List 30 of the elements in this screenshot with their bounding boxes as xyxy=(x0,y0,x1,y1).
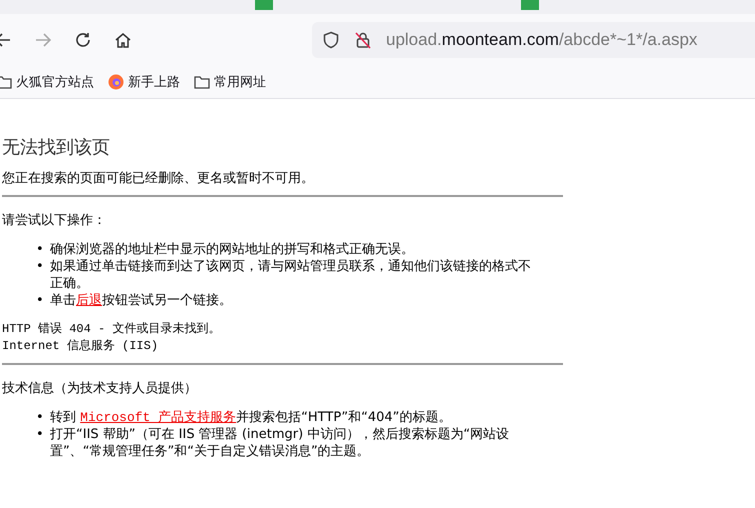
bullet: • xyxy=(36,258,45,276)
server-text: Internet 信息服务 (IIS) xyxy=(2,338,160,355)
shield-icon[interactable] xyxy=(322,31,340,49)
section-heading: 技术信息（为技术支持人员提供） xyxy=(2,380,198,397)
error-text: HTTP 错误 404 - 文件或目录未找到。 xyxy=(2,321,222,338)
folder-icon xyxy=(194,75,210,89)
section-heading: 请尝试以下操作： xyxy=(2,212,107,229)
page-title: 无法找到该页 xyxy=(2,136,111,159)
reload-icon[interactable] xyxy=(74,31,92,49)
bookmark-item[interactable]: 常用网址 xyxy=(194,73,266,91)
list-item-text: 转到 Microsoft 产品支持服务并搜索包括“HTTP”和“404”的标题。 xyxy=(50,409,452,426)
text-link[interactable]: 后退 xyxy=(76,293,102,308)
bullet: • xyxy=(36,241,45,258)
bullet: • xyxy=(36,426,45,444)
home-icon[interactable] xyxy=(114,31,132,49)
list-item-text: 确保浏览器的地址栏中显示的网站地址的拼写和格式正确无误。 xyxy=(50,241,415,258)
bullet: • xyxy=(36,409,45,426)
list-item-text: 单击后退按钮尝试另一个链接。 xyxy=(50,292,233,309)
folder-icon xyxy=(0,75,12,89)
bookmark-item[interactable]: 新手上路 xyxy=(108,73,180,91)
url-text: upload.moonteam.com/abcde*~1*/a.aspx xyxy=(386,30,698,50)
address-bar[interactable]: upload.moonteam.com/abcde*~1*/a.aspx xyxy=(312,22,755,58)
text-link[interactable]: Microsoft 产品支持服务 xyxy=(80,410,236,425)
list-item-text: 打开“IIS 帮助”（可在 IIS 管理器 (inetmgr) 中访问），然后搜索标题为“网站设置”、“常规管理任务”和“关于自定义错误消息”的主题。 xyxy=(50,426,510,460)
bullet: • xyxy=(36,292,45,309)
firefox-icon xyxy=(108,74,124,90)
list-item-text: 如果通过单击链接而到达了该网页，请与网站管理员联系，通知他们该链接的格式不正确。 xyxy=(50,258,532,292)
insecure-lock-icon[interactable] xyxy=(354,31,372,49)
bookmark-item[interactable]: 火狐官方站点 xyxy=(0,73,94,91)
page-subtitle: 您正在搜索的页面可能已经删除、更名或暂时不可用。 xyxy=(2,170,315,187)
